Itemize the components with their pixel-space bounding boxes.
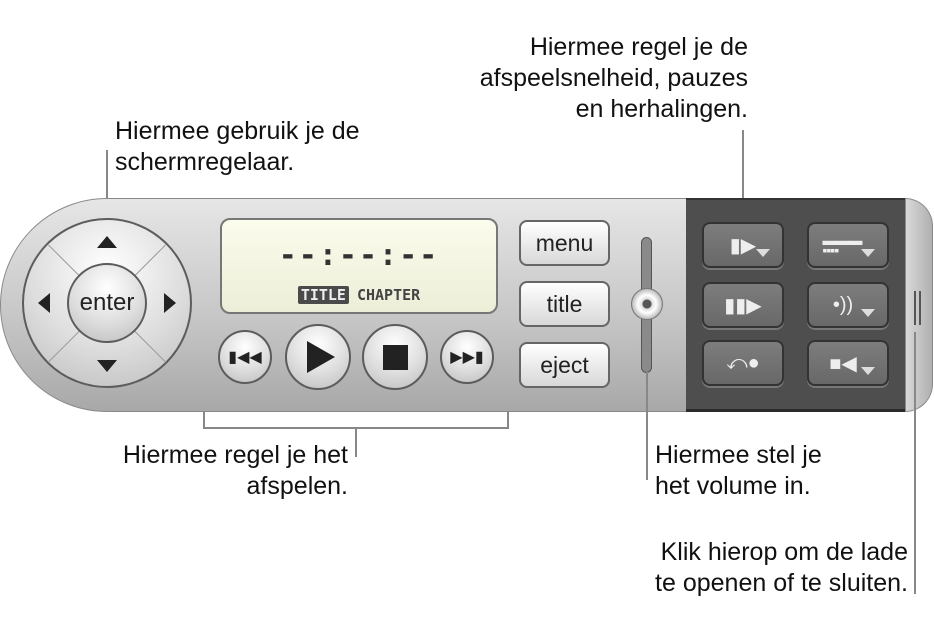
stop-icon [382, 344, 408, 370]
leader-line [355, 427, 357, 457]
menu-label: menu [535, 229, 594, 256]
eject-button[interactable]: eject [519, 342, 610, 388]
drawer-handle[interactable] [905, 198, 933, 412]
arrow-up-icon[interactable] [97, 236, 117, 248]
stop-button[interactable] [362, 324, 428, 390]
return-button[interactable]: ⤺● [702, 340, 784, 386]
callout-line: te openen of te sluiten. [655, 569, 908, 597]
leader-line [646, 372, 648, 480]
callout-line: Hiermee gebruik je de [115, 117, 360, 145]
time-readout: --:--:-- [278, 238, 440, 273]
callout-line: afspeelsnelheid, pauzes [479, 64, 748, 92]
step-frame-button[interactable]: ▮▮▶ [702, 282, 784, 328]
callout-line: afspelen. [246, 472, 348, 500]
callout-line: Hiermee stel je [655, 441, 822, 469]
next-icon: ▶▶▮ [450, 349, 484, 366]
next-button[interactable]: ▶▶▮ [440, 330, 494, 384]
return-icon: ⤺● [726, 351, 760, 374]
callout-drawer: Klik hierop om de lade te openen of te sl… [655, 537, 908, 599]
menu-button[interactable]: menu [519, 220, 610, 266]
callout-line: het volume in. [655, 472, 811, 500]
lcd-display: --:--:-- TITLE CHAPTER [220, 218, 498, 314]
audio-icon: •)) [832, 293, 854, 316]
callout-navigator: Hiermee gebruik je de schermregelaar. [115, 116, 360, 178]
slow-motion-icon: ▮▶ [729, 234, 757, 257]
enter-button[interactable]: enter [67, 263, 147, 343]
callout-line: schermregelaar. [115, 148, 295, 176]
audio-button[interactable]: •)) [807, 282, 889, 328]
arrow-right-icon[interactable] [164, 293, 176, 313]
enter-label: enter [79, 289, 135, 316]
play-icon [307, 341, 335, 373]
callout-line: en herhalingen. [575, 95, 748, 123]
callout-playback: Hiermee regel je het afspelen. [123, 440, 348, 502]
arrow-down-icon[interactable] [97, 360, 117, 372]
callout-volume: Hiermee stel je het volume in. [655, 440, 822, 502]
leader-line [914, 332, 916, 594]
subtitles-icon: ▬▬▬ ▪▪▪▪ [822, 232, 863, 258]
previous-icon: ▮◀◀ [228, 349, 262, 366]
subtitles-button[interactable]: ▬▬▬ ▪▪▪▪ [807, 222, 889, 268]
callout-playback-options: Hiermee regel je de afspeelsnelheid, pauz… [480, 32, 748, 125]
volume-knob[interactable] [631, 288, 663, 320]
callout-line: Klik hierop om de lade [660, 538, 908, 566]
callout-line: Hiermee regel je het [122, 441, 348, 469]
chapter-indicator: CHAPTER [356, 286, 421, 304]
callout-line: Hiermee regel je de [529, 33, 748, 61]
previous-button[interactable]: ▮◀◀ [218, 330, 272, 384]
title-button[interactable]: title [519, 281, 610, 327]
slow-motion-button[interactable]: ▮▶ [702, 222, 784, 268]
step-frame-icon: ▮▮▶ [724, 294, 762, 317]
title-indicator: TITLE [297, 286, 349, 304]
title-label: title [546, 290, 583, 317]
play-button[interactable] [285, 324, 351, 390]
angle-button[interactable]: ■◀ [807, 340, 889, 386]
arrow-left-icon[interactable] [38, 293, 50, 313]
angle-icon: ■◀ [829, 352, 857, 375]
eject-label: eject [540, 351, 589, 378]
